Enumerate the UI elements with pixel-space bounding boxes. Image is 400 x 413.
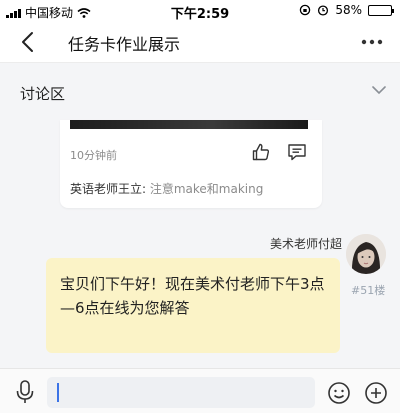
like-icon[interactable] [251, 142, 271, 162]
battery-icon [368, 4, 394, 16]
comment-text: 注意make和making [146, 182, 264, 196]
post-time: 10分钟前 [70, 149, 117, 162]
message-input[interactable] [47, 377, 315, 408]
message-bubble[interactable]: 宝贝们下午好！现在美术付老师下午3点—6点在线为您解答 [46, 258, 340, 353]
more-dots-icon[interactable] [358, 30, 386, 54]
floor-number: #51楼 [351, 284, 386, 297]
discussion-title: 讨论区 [20, 85, 66, 103]
plus-icon[interactable] [364, 381, 388, 405]
emoji-icon[interactable] [327, 381, 351, 405]
previous-post-card: 10分钟前 英语老师王立: 注意make和making [60, 120, 322, 208]
avatar[interactable] [346, 234, 386, 274]
discussion-header[interactable]: 讨论区 [0, 62, 400, 120]
status-bar: 中国移动 下午2:59 58% [0, 0, 400, 22]
chat-area[interactable]: 10分钟前 英语老师王立: 注意make和making 美术老师付超 #51楼 … [0, 120, 400, 368]
navigation-bar: 任务卡作业展示 [0, 22, 400, 62]
alarm-icon [318, 5, 329, 16]
battery-percent: 58% [335, 3, 362, 17]
mic-icon[interactable] [14, 379, 36, 405]
comment-author: 英语老师王立: [70, 182, 147, 196]
text-caret [57, 383, 59, 402]
page-title: 任务卡作业展示 [68, 35, 181, 54]
avatar-image [346, 234, 386, 274]
status-right: 58% [299, 3, 394, 17]
post-media-image[interactable] [70, 120, 308, 129]
post-comment: 英语老师王立: 注意make和making [70, 180, 263, 197]
back-arrow-icon[interactable] [14, 28, 42, 56]
sender-name: 美术老师付超 [269, 237, 342, 251]
input-bar [0, 368, 400, 413]
comment-icon[interactable] [287, 143, 307, 161]
orientation-lock-icon [300, 4, 311, 16]
chevron-down-icon[interactable] [370, 83, 388, 97]
